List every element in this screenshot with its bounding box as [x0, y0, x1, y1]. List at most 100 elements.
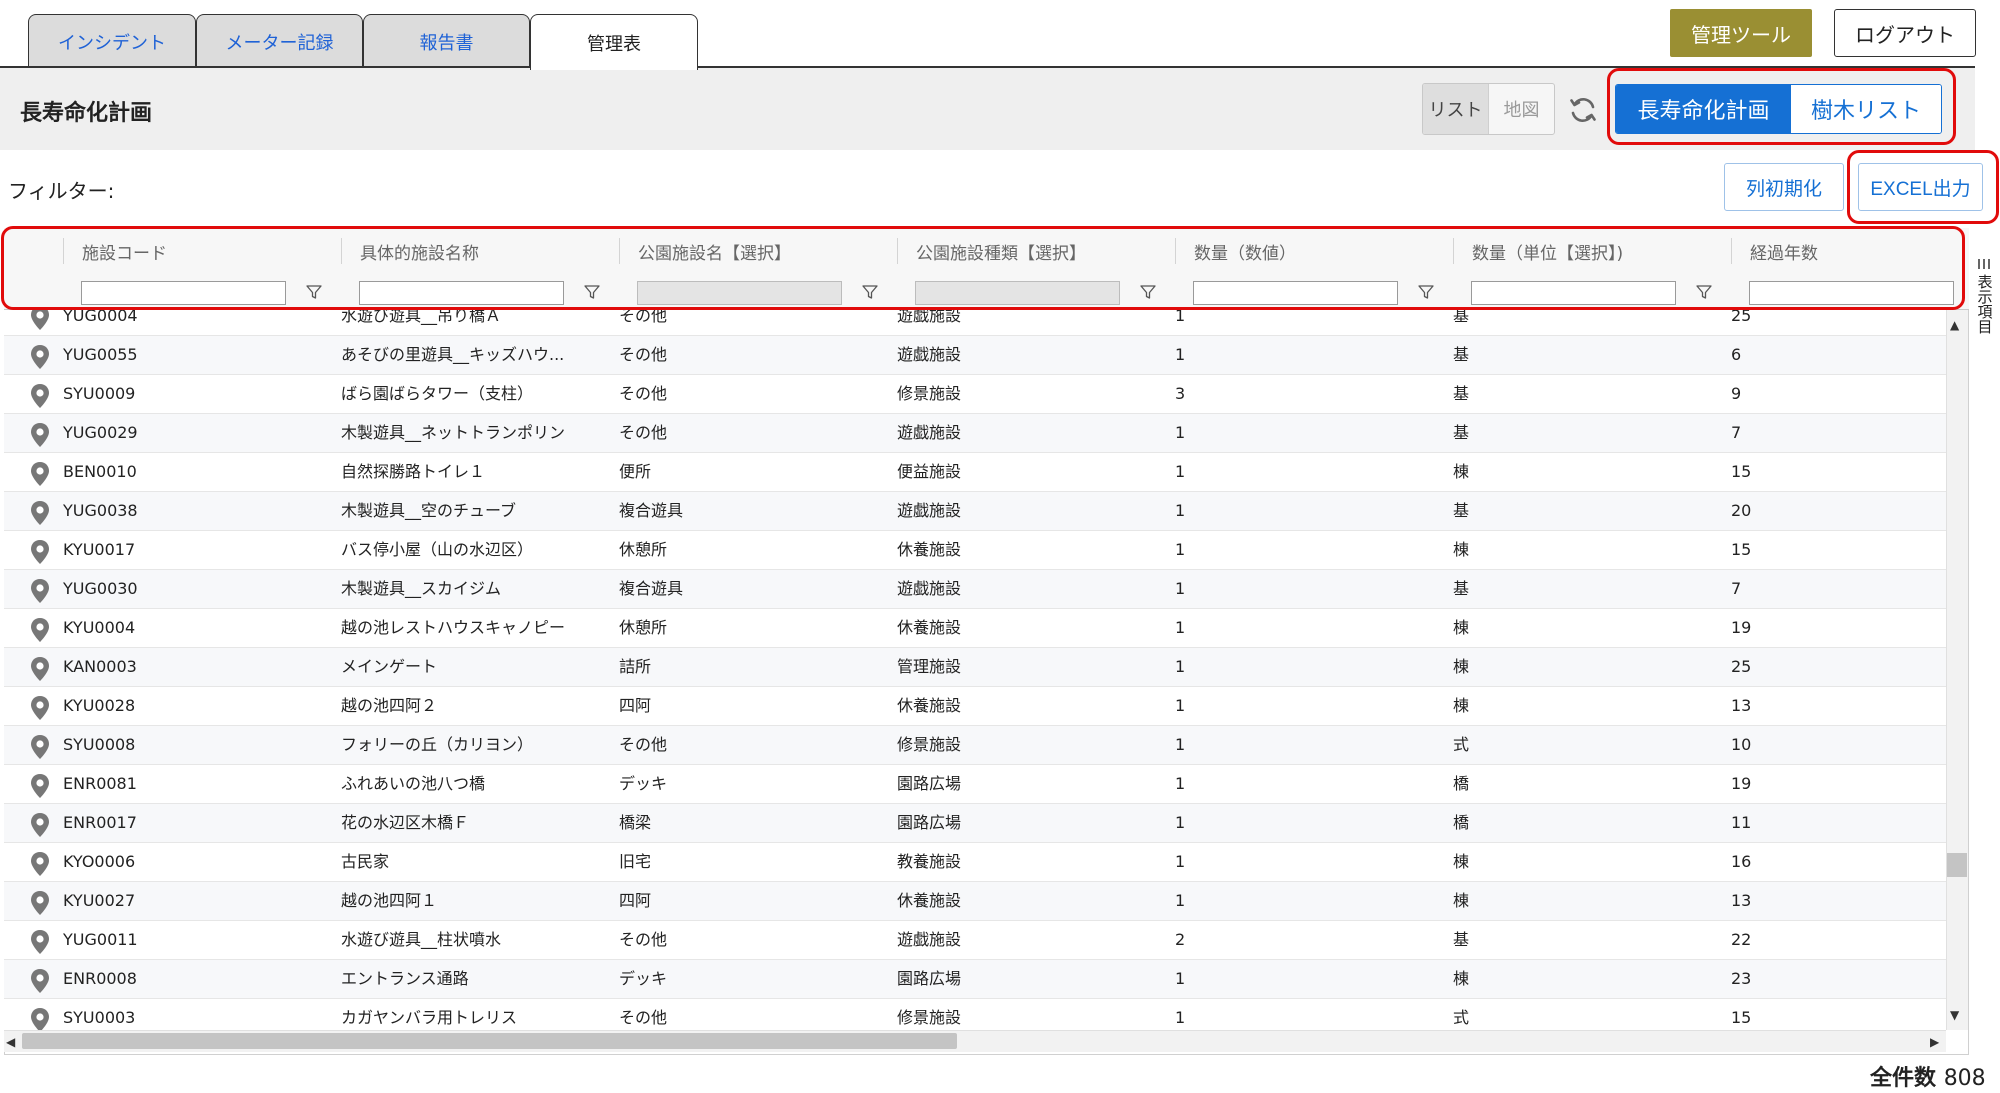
vertical-scrollbar[interactable] [1946, 310, 1968, 1030]
reset-columns-button[interactable]: 列初期化 [1724, 163, 1844, 211]
table-row[interactable]: SYU0009 ばら園ばらタワー（支柱） その他 修景施設 3 基 9 [4, 375, 1949, 414]
view-map-button[interactable]: 地図 [1488, 84, 1554, 134]
table-cell: SYU0009 [63, 384, 136, 403]
funnel-icon[interactable] [861, 283, 879, 301]
table-row[interactable]: ENR0081 ふれあいの池八つ橋 デッキ 園路広場 1 橋 19 [4, 765, 1949, 804]
view-list-button[interactable]: リスト [1423, 84, 1488, 134]
scroll-right-icon[interactable]: ▶ [1930, 1035, 1939, 1049]
table-cell: 基 [1453, 930, 1470, 949]
total-count: 全件数 808 [1870, 1060, 1986, 1092]
table-cell: 1 [1175, 891, 1186, 910]
map-pin-icon[interactable] [29, 1007, 51, 1030]
refresh-icon[interactable] [1567, 94, 1599, 126]
funnel-icon[interactable] [1695, 283, 1713, 301]
column-header-facility-code[interactable]: 施設コード [63, 238, 341, 264]
funnel-icon[interactable] [583, 283, 601, 301]
tab-management-table[interactable]: 管理表 [530, 14, 698, 70]
table-cell: 越の池四阿１ [341, 891, 438, 910]
table-row[interactable]: KYU0027 越の池四阿１ 四阿 休養施設 1 棟 13 [4, 882, 1949, 921]
map-pin-icon[interactable] [29, 929, 51, 955]
table-cell: 越の池四阿２ [341, 696, 438, 715]
horizontal-scroll-thumb[interactable] [22, 1033, 957, 1049]
table-cell: 25 [1731, 310, 1752, 325]
table-cell: 10 [1731, 735, 1752, 754]
table-row[interactable]: KYO0006 古民家 旧宅 教養施設 1 棟 16 [4, 843, 1949, 882]
map-pin-icon[interactable] [29, 968, 51, 994]
map-pin-icon[interactable] [29, 695, 51, 721]
table-cell: YUG0011 [63, 930, 138, 949]
table-row[interactable]: KYU0017 バス停小屋（山の水辺区） 休憩所 休養施設 1 棟 15 [4, 531, 1949, 570]
table-row[interactable]: KAN0003 メインゲート 詰所 管理施設 1 棟 25 [4, 648, 1949, 687]
table-row[interactable]: KYU0028 越の池四阿２ 四阿 休養施設 1 棟 13 [4, 687, 1949, 726]
tab-report[interactable]: 報告書 [363, 14, 530, 68]
scroll-down-icon[interactable]: ▼ [1950, 1008, 1959, 1022]
table-row[interactable]: KYU0004 越の池レストハウスキャノピー 休憩所 休養施設 1 棟 19 [4, 609, 1949, 648]
table-cell: 遊戯施設 [897, 345, 962, 364]
table-cell: 複合遊具 [619, 579, 684, 598]
map-pin-icon[interactable] [29, 578, 51, 604]
map-pin-icon[interactable] [29, 344, 51, 370]
filter-input-unit[interactable] [1471, 281, 1676, 305]
table-cell: 基 [1453, 310, 1470, 325]
table-cell: 棟 [1453, 891, 1470, 910]
table-row[interactable]: YUG0029 木製遊具__ネットトランポリン その他 遊戯施設 1 基 7 [4, 414, 1949, 453]
table-cell: 棟 [1453, 969, 1470, 988]
table-cell: 1 [1175, 579, 1186, 598]
column-chooser-tab[interactable]: 表示項目 [1971, 258, 1997, 358]
map-pin-icon[interactable] [29, 851, 51, 877]
table-cell: 1 [1175, 735, 1186, 754]
map-pin-icon[interactable] [29, 656, 51, 682]
tab-meter-record[interactable]: メーター記録 [196, 14, 363, 68]
column-header-unit[interactable]: 数量（単位【選択】) [1453, 238, 1731, 264]
table-cell: 橋梁 [619, 813, 652, 832]
excel-export-button[interactable]: EXCEL出力 [1858, 163, 1983, 211]
table-row[interactable]: SYU0003 カガヤンバラ用トレリス その他 修景施設 1 式 15 [4, 999, 1949, 1030]
funnel-icon[interactable] [1139, 283, 1157, 301]
map-pin-icon[interactable] [29, 310, 51, 331]
column-header-elapsed-years[interactable]: 経過年数 [1731, 238, 1947, 264]
map-pin-icon[interactable] [29, 617, 51, 643]
map-pin-icon[interactable] [29, 773, 51, 799]
vertical-scroll-thumb[interactable] [1947, 853, 1967, 877]
filter-input-quantity[interactable] [1193, 281, 1398, 305]
map-pin-icon[interactable] [29, 422, 51, 448]
funnel-icon[interactable] [305, 283, 323, 301]
table-row[interactable]: YUG0011 水遊び遊具__柱状噴水 その他 遊戯施設 2 基 22 [4, 921, 1949, 960]
table-cell: 1 [1175, 540, 1186, 559]
table-row[interactable]: BEN0010 自然探勝路トイレ１ 便所 便益施設 1 棟 15 [4, 453, 1949, 492]
table-row[interactable]: YUG0038 木製遊具__空のチューブ 複合遊具 遊戯施設 1 基 20 [4, 492, 1949, 531]
table-row[interactable]: YUG0055 あそびの里遊具__キッズハウ... その他 遊戯施設 1 基 6 [4, 336, 1949, 375]
filter-input-facility-name[interactable] [359, 281, 564, 305]
map-pin-icon[interactable] [29, 461, 51, 487]
map-pin-icon[interactable] [29, 812, 51, 838]
map-pin-icon[interactable] [29, 734, 51, 760]
mode-tree-list-button[interactable]: 樹木リスト [1791, 85, 1941, 133]
table-cell: 15 [1731, 462, 1752, 481]
admin-tools-button[interactable]: 管理ツール [1670, 9, 1812, 57]
filter-input-elapsed-years[interactable] [1749, 281, 1954, 305]
funnel-icon[interactable] [1417, 283, 1435, 301]
tab-incident[interactable]: インシデント [28, 14, 196, 68]
map-pin-icon[interactable] [29, 500, 51, 526]
table-cell: KAN0003 [63, 657, 137, 676]
logout-button[interactable]: ログアウト [1834, 9, 1976, 57]
table-cell: 13 [1731, 891, 1752, 910]
filter-input-facility-code[interactable] [81, 281, 286, 305]
column-header-facility-type[interactable]: 公園施設種類【選択】 [897, 238, 1175, 264]
table-cell: KYU0028 [63, 696, 136, 715]
column-header-quantity[interactable]: 数量（数値） [1175, 238, 1453, 264]
table-row[interactable]: ENR0008 エントランス通路 デッキ 園路広場 1 棟 23 [4, 960, 1949, 999]
table-row[interactable]: ENR0017 花の水辺区木橋Ｆ 橋梁 園路広場 1 橋 11 [4, 804, 1949, 843]
scroll-up-icon[interactable]: ▲ [1950, 318, 1959, 332]
column-header-park-facility[interactable]: 公園施設名【選択】 [619, 238, 897, 264]
mode-longevity-plan-button[interactable]: 長寿命化計画 [1616, 85, 1791, 133]
map-pin-icon[interactable] [29, 383, 51, 409]
map-pin-icon[interactable] [29, 890, 51, 916]
scroll-left-icon[interactable]: ◀ [6, 1035, 15, 1049]
table-row[interactable]: YUG0004 水遊び遊具__吊り橋Ａ その他 遊戯施設 1 基 25 [4, 310, 1949, 336]
map-pin-icon[interactable] [29, 539, 51, 565]
table-row[interactable]: SYU0008 フォリーの丘（カリヨン） その他 修景施設 1 式 10 [4, 726, 1949, 765]
table-row[interactable]: YUG0030 木製遊具__スカイジム 複合遊具 遊戯施設 1 基 7 [4, 570, 1949, 609]
table-cell: 基 [1453, 579, 1470, 598]
column-header-facility-name[interactable]: 具体的施設名称 [341, 238, 619, 264]
